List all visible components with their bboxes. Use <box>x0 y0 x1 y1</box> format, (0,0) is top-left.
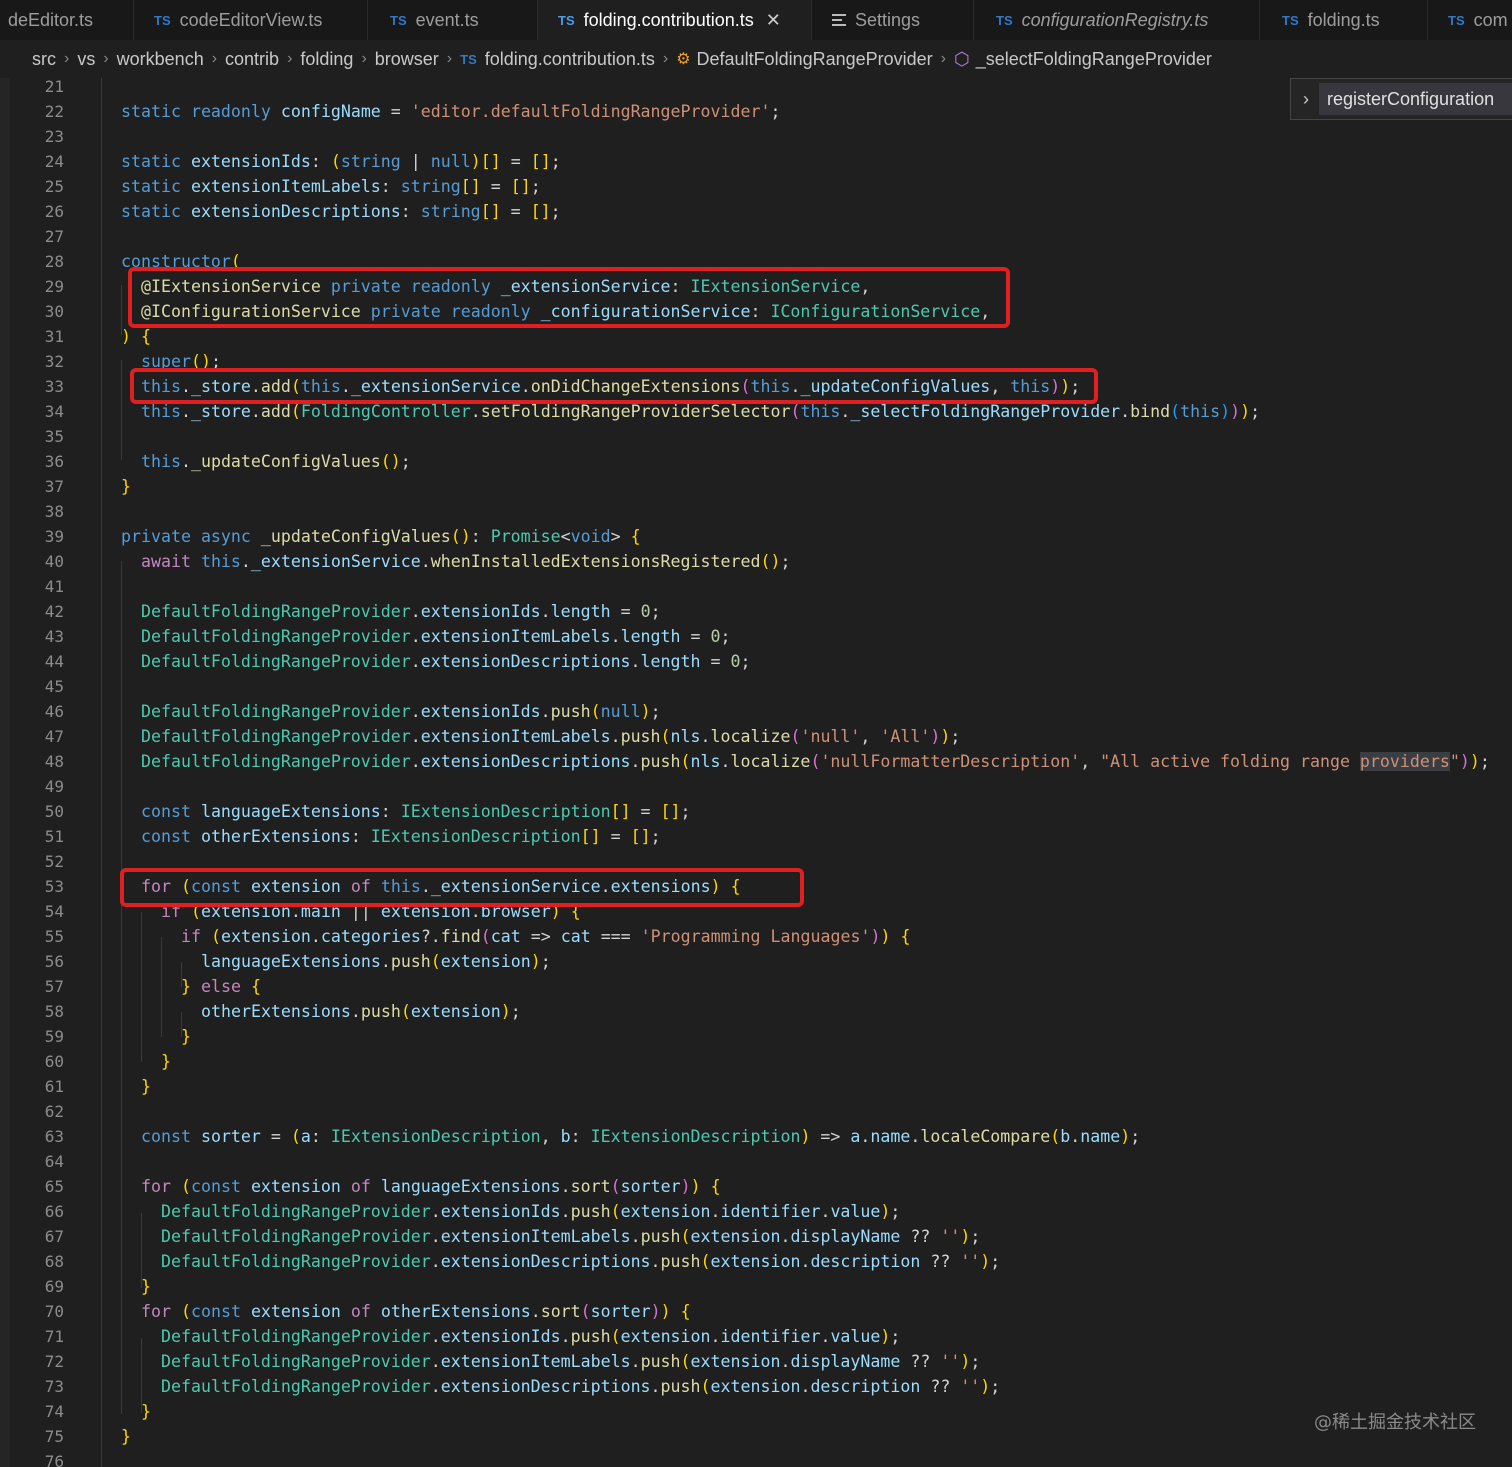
code-line[interactable]: DefaultFoldingRangeProvider.extensionIds… <box>141 599 661 624</box>
code-line[interactable]: languageExtensions.push(extension); <box>201 949 551 974</box>
code-line[interactable]: const sorter = (a: IExtensionDescription… <box>141 1124 1140 1149</box>
watermark: @稀土掘金技术社区 <box>1314 1412 1476 1433</box>
code-line[interactable]: await this._extensionService.whenInstall… <box>141 549 790 574</box>
chevron-right-icon: › <box>446 50 453 67</box>
code-line[interactable]: static extensionIds: (string | null)[] =… <box>121 149 561 174</box>
code-line[interactable]: } <box>141 1274 151 1299</box>
code-line[interactable]: DefaultFoldingRangeProvider.extensionIds… <box>141 699 661 724</box>
typescript-file-icon: TS <box>460 51 477 67</box>
chevron-right-icon: › <box>64 50 70 67</box>
code-line[interactable]: static extensionDescriptions: string[] =… <box>121 199 561 224</box>
close-icon[interactable]: ✕ <box>766 10 781 31</box>
tab-configuration-registry[interactable]: TS configurationRegistry.ts <box>974 0 1260 40</box>
code-line[interactable]: if (extension.categories?.find(cat => ca… <box>181 924 910 949</box>
code-line[interactable]: for (const extension of languageExtensio… <box>141 1174 721 1199</box>
breadcrumb-item[interactable]: src <box>32 49 56 70</box>
tab-label: folding.ts <box>1307 9 1380 30</box>
typescript-file-icon: TS <box>154 12 171 28</box>
breadcrumb-item[interactable]: workbench <box>117 49 204 70</box>
tab-label: event.ts <box>415 9 479 30</box>
breadcrumb-item[interactable]: contrib <box>225 49 279 70</box>
tab-folding-contribution[interactable]: TS folding.contribution.ts ✕ <box>538 0 812 40</box>
chevron-right-icon: › <box>662 50 669 67</box>
code-line[interactable]: } <box>181 1024 191 1049</box>
tab-folding[interactable]: TS folding.ts <box>1260 0 1428 40</box>
breadcrumb-item[interactable]: browser <box>375 49 439 70</box>
chevron-right-icon: › <box>361 50 367 67</box>
code-line[interactable]: } <box>141 1399 151 1424</box>
class-symbol-icon: ⚙ <box>676 51 691 68</box>
annotation-box-constructor-params <box>128 267 1010 328</box>
chevron-right-icon[interactable]: › <box>1303 89 1309 110</box>
annotation-box-on-did-change <box>130 368 1098 404</box>
tab-label: codeEditorView.ts <box>179 9 323 30</box>
code-line[interactable]: DefaultFoldingRangeProvider.extensionIds… <box>161 1199 900 1224</box>
code-line[interactable]: const otherExtensions: IExtensionDescrip… <box>141 824 661 849</box>
chevron-right-icon: › <box>940 50 946 67</box>
code-line[interactable]: } <box>121 474 131 499</box>
code-line[interactable]: DefaultFoldingRangeProvider.extensionIte… <box>141 724 960 749</box>
code-line[interactable]: for (const extension of otherExtensions.… <box>141 1299 691 1324</box>
code-line[interactable]: } <box>141 1074 151 1099</box>
tab-label: configurationRegistry.ts <box>1021 9 1209 30</box>
method-symbol-icon: ⬡ <box>954 48 970 69</box>
tab-label: Settings <box>855 9 921 30</box>
breadcrumb: src › vs › workbench › contrib › folding… <box>0 40 1512 78</box>
code-line[interactable]: DefaultFoldingRangeProvider.extensionIte… <box>161 1224 980 1249</box>
breadcrumb-class[interactable]: ⚙ DefaultFoldingRangeProvider <box>676 49 932 70</box>
code-line[interactable]: this._updateConfigValues(); <box>141 449 411 474</box>
tab-label: deEditor.ts <box>8 9 94 30</box>
breadcrumb-label: DefaultFoldingRangeProvider <box>696 48 933 69</box>
chevron-right-icon: › <box>211 50 218 67</box>
code-line[interactable]: DefaultFoldingRangeProvider.extensionIte… <box>161 1349 980 1374</box>
breadcrumb-label: _selectFoldingRangeProvider <box>975 48 1212 69</box>
tab-event[interactable]: TS event.ts <box>368 0 538 40</box>
settings-list-icon <box>832 14 846 26</box>
typescript-file-icon: TS <box>390 12 407 28</box>
typescript-file-icon: TS <box>996 12 1013 28</box>
breadcrumb-label: folding.contribution.ts <box>484 48 655 69</box>
code-line[interactable]: otherExtensions.push(extension); <box>201 999 521 1024</box>
code-line[interactable]: } else { <box>181 974 261 999</box>
breadcrumb-item[interactable]: folding <box>300 49 353 70</box>
sticky-scroll-label[interactable]: registerConfiguration <box>1319 83 1512 115</box>
code-editor[interactable]: 21 22 23 24 25 26 27 28 29 30 31 32 33 34 35 36 37 38 39 40… <box>0 78 1512 1467</box>
annotation-box-for-loop <box>120 868 804 907</box>
sticky-scroll-widget[interactable]: › registerConfiguration <box>1290 78 1512 120</box>
code-line[interactable]: static extensionItemLabels: string[] = [… <box>121 174 541 199</box>
code-line[interactable]: } <box>121 1424 131 1449</box>
tab-com[interactable]: TS com <box>1428 0 1512 40</box>
breadcrumb-method[interactable]: ⬡ _selectFoldingRangeProvider <box>954 49 1212 70</box>
typescript-file-icon: TS <box>1448 12 1465 28</box>
tab-label: com <box>1473 9 1508 30</box>
code-line[interactable]: DefaultFoldingRangeProvider.extensionDes… <box>161 1249 1000 1274</box>
breadcrumb-item[interactable]: vs <box>77 49 95 70</box>
tab-label: folding.contribution.ts <box>583 9 754 30</box>
code-line[interactable]: DefaultFoldingRangeProvider.extensionIds… <box>161 1324 900 1349</box>
typescript-file-icon: TS <box>558 12 575 28</box>
code-line[interactable]: static readonly configName = 'editor.def… <box>121 99 780 124</box>
code-line[interactable]: DefaultFoldingRangeProvider.extensionDes… <box>141 649 750 674</box>
code-line[interactable]: DefaultFoldingRangeProvider.extensionDes… <box>141 749 1490 774</box>
chevron-right-icon: › <box>103 50 109 67</box>
code-line[interactable]: const languageExtensions: IExtensionDesc… <box>141 799 691 824</box>
code-line[interactable]: private async _updateConfigValues(): Pro… <box>121 524 641 549</box>
tab-settings[interactable]: Settings <box>812 0 974 40</box>
typescript-file-icon: TS <box>1282 12 1299 28</box>
editor-tab-bar: deEditor.ts TS codeEditorView.ts TS even… <box>0 0 1512 40</box>
code-line[interactable]: DefaultFoldingRangeProvider.extensionIte… <box>141 624 731 649</box>
code-line[interactable]: DefaultFoldingRangeProvider.extensionDes… <box>161 1374 1000 1399</box>
code-line[interactable]: } <box>161 1049 171 1074</box>
breadcrumb-file[interactable]: TS folding.contribution.ts <box>460 49 655 70</box>
tab-codeeditorview[interactable]: TS codeEditorView.ts <box>134 0 368 40</box>
chevron-right-icon: › <box>287 50 293 67</box>
tab-codeeditor[interactable]: deEditor.ts <box>0 0 134 40</box>
